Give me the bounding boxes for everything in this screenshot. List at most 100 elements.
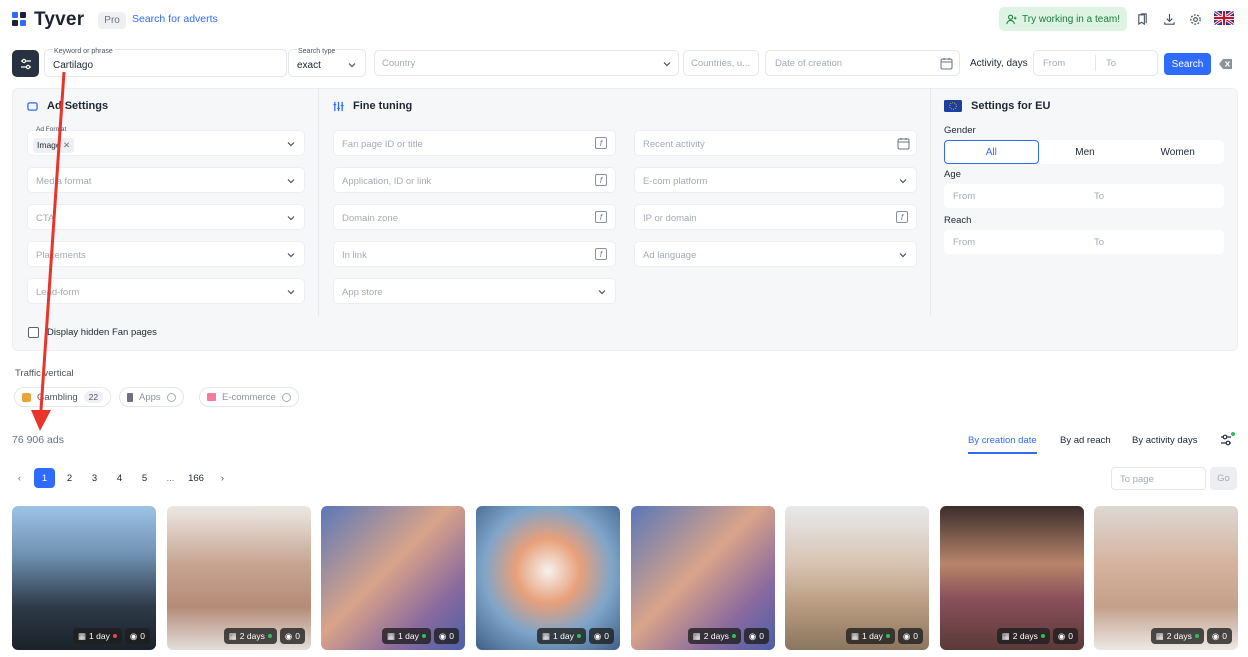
ad-card[interactable]: ▦ 1 day ◉ 0	[12, 506, 156, 650]
placements-select[interactable]: Placements	[27, 241, 305, 267]
ad-format-chip[interactable]: Image ✕	[33, 138, 75, 153]
lead-form-select[interactable]: Lead-form	[27, 278, 305, 304]
gambling-filter-pill[interactable]: Gambling 22	[14, 387, 112, 407]
keyword-field[interactable]: Keyword or phrase Cartilago	[44, 48, 287, 77]
in-link-field[interactable]: In link f	[333, 241, 616, 267]
page-2-button[interactable]: 2	[59, 468, 80, 488]
calendar-icon: ▦	[1155, 630, 1164, 641]
ip-domain-placeholder: IP or domain	[643, 213, 697, 224]
gender-label: Gender	[944, 125, 976, 136]
page-4-button[interactable]: 4	[109, 468, 130, 488]
prev-page-icon[interactable]: ‹	[9, 468, 30, 488]
fine-tuning-title: Fine tuning	[353, 100, 413, 112]
ad-card[interactable]: ▦ 2 days ◉ 0	[940, 506, 1084, 650]
ip-domain-field[interactable]: IP or domain f	[634, 204, 917, 230]
activity-range[interactable]: From To	[1033, 50, 1158, 76]
settings-gear-icon[interactable]	[1187, 11, 1203, 27]
ad-days-text: 2 days	[703, 631, 729, 641]
ad-days-badge: ▦ 1 day	[846, 628, 895, 644]
column-divider	[318, 88, 319, 316]
ad-views-text: 0	[140, 631, 145, 641]
age-range[interactable]: From To	[944, 184, 1224, 208]
ads-count: 76 906 ads	[12, 434, 64, 446]
application-field[interactable]: Application, ID or link f	[333, 167, 616, 193]
chip-remove-icon[interactable]: ✕	[63, 140, 70, 150]
search-type-select[interactable]: Search type exact	[288, 48, 366, 77]
search-adverts-link[interactable]: Search for adverts	[132, 13, 218, 25]
hidden-fanpages-checkbox[interactable]	[28, 327, 39, 338]
ad-days-text: 2 days	[1012, 631, 1038, 641]
ad-card-stats: ▦ 2 days ◉ 0	[1150, 628, 1232, 644]
ad-views-text: 0	[449, 631, 454, 641]
eu-flag-icon	[944, 100, 962, 112]
uk-flag-icon[interactable]	[1214, 11, 1234, 25]
date-of-creation-field[interactable]: Date of creation	[765, 50, 960, 76]
reach-range[interactable]: From To	[944, 230, 1224, 254]
country-select[interactable]: Country	[374, 50, 679, 76]
ad-language-select[interactable]: Ad language	[634, 241, 917, 267]
ad-days-badge: ▦ 1 day	[73, 628, 122, 644]
gender-women-option[interactable]: Women	[1131, 140, 1224, 164]
search-button[interactable]: Search	[1164, 53, 1211, 75]
gender-all-option[interactable]: All	[944, 140, 1039, 164]
age-label: Age	[944, 169, 961, 180]
ad-card[interactable]: ▦ 2 days ◉ 0	[167, 506, 311, 650]
domain-zone-field[interactable]: Domain zone f	[333, 204, 616, 230]
filters-toggle-button[interactable]	[12, 50, 39, 77]
dice-icon	[22, 392, 31, 402]
cta-placeholder: CTA	[36, 213, 55, 224]
chevron-down-icon	[348, 63, 356, 68]
ad-days-text: 1 day	[553, 631, 574, 641]
activity-status-dot	[1040, 634, 1045, 638]
search-type-label: Search type	[297, 48, 337, 55]
download-icon[interactable]	[1161, 11, 1177, 27]
page-166-button[interactable]: 166	[183, 468, 209, 488]
team-button[interactable]: Try working in a team!	[999, 7, 1127, 31]
next-page-icon[interactable]: ›	[212, 468, 233, 488]
ad-card[interactable]: ▦ 1 day ◉ 0	[785, 506, 929, 650]
to-page-placeholder: To page	[1120, 474, 1154, 485]
to-page-input[interactable]: To page	[1111, 467, 1206, 490]
countries-union-select[interactable]: Countries, u...	[683, 50, 759, 76]
go-button[interactable]: Go	[1210, 467, 1237, 490]
hidden-fanpages-label: Display hidden Fan pages	[47, 327, 157, 338]
logo[interactable]: Tyver Pro	[12, 9, 126, 31]
page-1-button[interactable]: 1	[34, 468, 55, 488]
ad-card[interactable]: ▦ 1 day ◉ 0	[476, 506, 620, 650]
recent-activity-field[interactable]: Recent activity	[634, 130, 917, 156]
gender-men-option[interactable]: Men	[1039, 140, 1132, 164]
bookmarks-icon[interactable]	[1134, 11, 1150, 27]
ad-card[interactable]: ▦ 2 days ◉ 0	[631, 506, 775, 650]
media-format-select[interactable]: Media format	[27, 167, 305, 193]
sort-by-activity-days-tab[interactable]: By activity days	[1132, 435, 1197, 446]
apps-filter-pill[interactable]: Apps	[119, 387, 184, 407]
ad-format-select[interactable]: Ad Format Image ✕	[27, 126, 305, 156]
keyword-label: Keyword or phrase	[53, 48, 114, 55]
media-format-placeholder: Media format	[36, 176, 92, 187]
domain-zone-placeholder: Domain zone	[342, 213, 398, 224]
activity-status-dot	[112, 634, 117, 638]
eye-icon: ◉	[902, 630, 911, 641]
ad-card[interactable]: ▦ 2 days ◉ 0	[1094, 506, 1238, 650]
pro-badge: Pro	[98, 11, 126, 29]
page-5-button[interactable]: 5	[134, 468, 155, 488]
in-link-placeholder: In link	[342, 250, 367, 261]
sort-by-creation-date-tab[interactable]: By creation date	[968, 435, 1037, 454]
sort-settings-icon[interactable]	[1219, 432, 1235, 448]
function-icon: f	[595, 248, 607, 260]
ad-days-badge: ▦ 2 days	[223, 628, 277, 644]
app-store-select[interactable]: App store	[333, 278, 616, 304]
page-3-button[interactable]: 3	[84, 468, 105, 488]
cta-select[interactable]: CTA	[27, 204, 305, 230]
chevron-down-icon	[287, 179, 295, 184]
clear-backspace-icon[interactable]	[1219, 58, 1233, 70]
ad-card[interactable]: ▦ 1 day ◉ 0	[321, 506, 465, 650]
gambling-count-badge: 22	[83, 391, 104, 403]
ecommerce-filter-pill[interactable]: E-commerce	[199, 387, 299, 407]
shop-icon	[207, 393, 216, 401]
monitor-icon	[27, 101, 38, 111]
fan-page-field[interactable]: Fan page ID or title f	[333, 130, 616, 156]
ecom-platform-select[interactable]: E-com platform	[634, 167, 917, 193]
sort-by-ad-reach-tab[interactable]: By ad reach	[1060, 435, 1111, 446]
activity-days-label: Activity, days	[970, 58, 1028, 69]
